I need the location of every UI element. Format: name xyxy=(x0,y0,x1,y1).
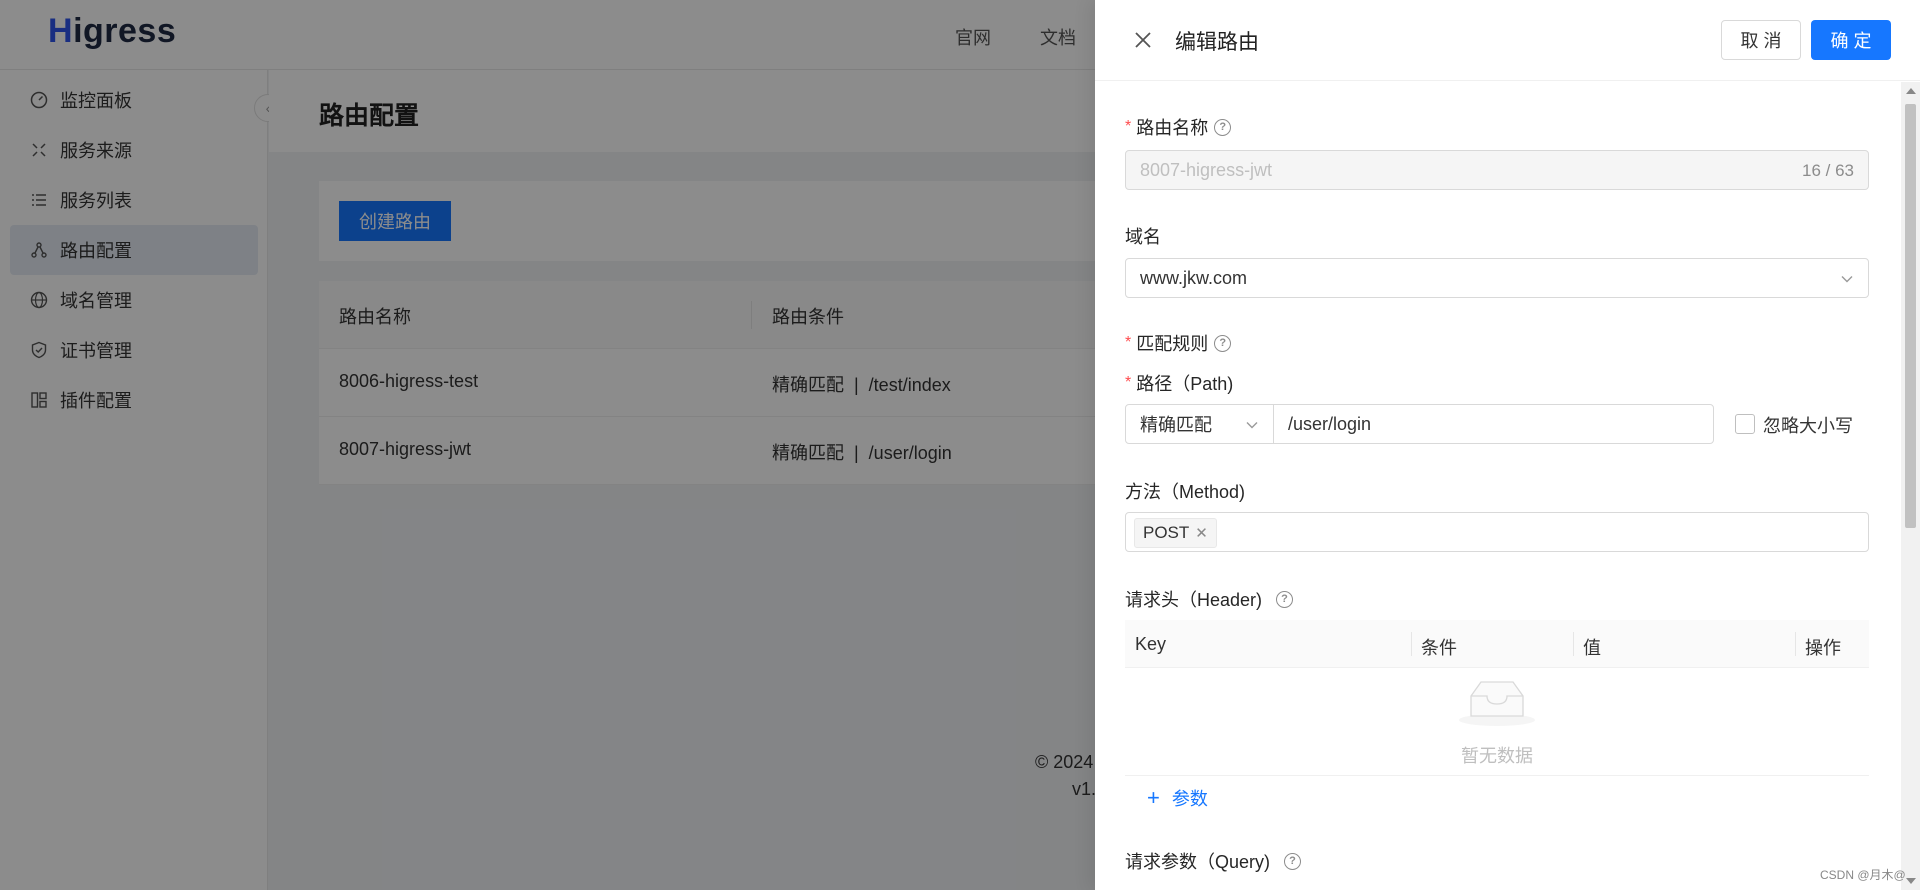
scroll-down-arrow[interactable] xyxy=(1906,878,1916,884)
path-match-type-select[interactable]: 精确匹配 xyxy=(1125,404,1274,444)
add-param-label: 参数 xyxy=(1171,789,1208,809)
scroll-thumb[interactable] xyxy=(1905,104,1916,528)
chevron-down-icon xyxy=(1246,422,1258,429)
column-header: 值 xyxy=(1583,638,1601,658)
path-input[interactable]: /user/login xyxy=(1273,404,1714,444)
plus-icon: + xyxy=(1147,785,1160,810)
label-text: 路由名称 xyxy=(1136,118,1209,138)
help-icon[interactable]: ? xyxy=(1276,590,1294,608)
route-name-label: * 路由名称 ? xyxy=(1125,114,1232,140)
drawer-header: 编辑路由 取 消 确 定 xyxy=(1095,0,1920,81)
method-select[interactable] xyxy=(1125,512,1869,552)
label-text: 方法（Method) xyxy=(1125,482,1246,502)
label-text: 域名 xyxy=(1125,227,1161,247)
match-rule-label: * 匹配规则 ? xyxy=(1125,330,1232,356)
tag-label: POST xyxy=(1143,523,1190,542)
drawer-scrollbar[interactable] xyxy=(1901,82,1920,890)
close-icon xyxy=(1135,32,1151,48)
label-text: 请求参数（Query) xyxy=(1125,852,1271,872)
drawer-title: 编辑路由 xyxy=(1175,31,1259,54)
add-header-param-button[interactable]: + 参数 xyxy=(1147,785,1208,811)
match-type-value: 精确匹配 xyxy=(1140,415,1212,435)
edit-route-drawer: 编辑路由 取 消 确 定 * 路由名称 ? 8007-higress-jwt 1… xyxy=(1095,0,1920,890)
domain-label: 域名 xyxy=(1125,223,1161,249)
scroll-up-arrow[interactable] xyxy=(1906,88,1916,94)
help-icon[interactable]: ? xyxy=(1284,852,1302,870)
header-label: 请求头（Header) ? xyxy=(1125,586,1294,612)
route-name-value: 8007-higress-jwt xyxy=(1140,159,1273,180)
required-mark: * xyxy=(1125,334,1132,351)
query-label: 请求参数（Query) ? xyxy=(1125,848,1302,874)
ignore-case-label: 忽略大小写 xyxy=(1763,416,1853,436)
label-text: 匹配规则 xyxy=(1136,334,1209,354)
path-value: /user/login xyxy=(1288,413,1372,434)
empty-text: 暂无数据 xyxy=(1461,746,1533,766)
route-name-input: 8007-higress-jwt 16 / 63 xyxy=(1125,150,1869,190)
chevron-down-icon xyxy=(1841,276,1853,283)
required-mark: * xyxy=(1125,374,1132,391)
header-table-empty: 暂无数据 xyxy=(1125,668,1869,776)
char-count: 16 / 63 xyxy=(1802,161,1854,180)
domain-value: www.jkw.com xyxy=(1140,267,1248,288)
cancel-button[interactable]: 取 消 xyxy=(1721,20,1801,60)
required-mark: * xyxy=(1125,118,1132,135)
column-header: Key xyxy=(1135,634,1167,654)
empty-inbox-icon xyxy=(1459,681,1535,726)
column-divider xyxy=(1411,632,1412,656)
domain-select[interactable]: www.jkw.com xyxy=(1125,258,1869,298)
label-text: 路径（Path) xyxy=(1136,374,1234,394)
header-table-header: Key 条件 值 操作 xyxy=(1125,620,1869,668)
column-header: 条件 xyxy=(1421,638,1457,658)
help-icon[interactable]: ? xyxy=(1214,118,1232,136)
help-icon[interactable]: ? xyxy=(1214,334,1232,352)
path-label: * 路径（Path) xyxy=(1125,370,1233,396)
column-divider xyxy=(1795,632,1796,656)
column-divider xyxy=(1573,632,1574,656)
method-tag-post: POST ✕ xyxy=(1134,518,1217,548)
watermark: CSDN @月木@ xyxy=(1820,868,1906,882)
close-button[interactable] xyxy=(1129,26,1157,54)
label-text: 请求头（Header) xyxy=(1125,590,1263,610)
ignore-case-checkbox[interactable] xyxy=(1735,414,1755,434)
confirm-button[interactable]: 确 定 xyxy=(1811,20,1891,60)
method-label: 方法（Method) xyxy=(1125,478,1245,504)
close-icon[interactable]: ✕ xyxy=(1195,524,1208,542)
column-header: 操作 xyxy=(1805,638,1841,658)
